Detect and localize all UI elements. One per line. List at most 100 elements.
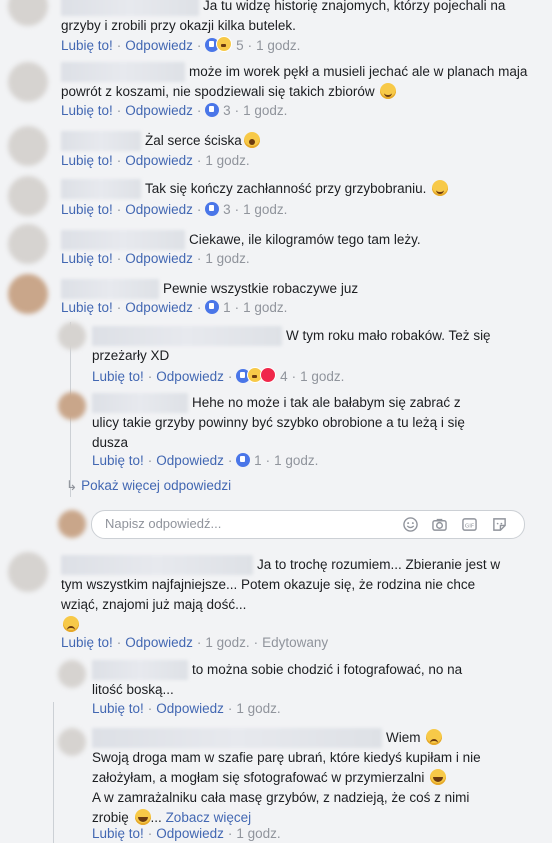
author-name[interactable] bbox=[61, 0, 199, 16]
reply-text-line1: Hehe no może i tak ale bałabym się zabra… bbox=[192, 395, 461, 410]
love-reaction-icon[interactable] bbox=[260, 367, 277, 383]
timestamp[interactable]: 1 godz. bbox=[300, 369, 344, 384]
reply-link[interactable]: Odpowiedz bbox=[125, 38, 193, 53]
timestamp[interactable]: 1 godz. bbox=[243, 103, 287, 118]
reply-link[interactable]: Odpowiedz bbox=[125, 153, 193, 168]
like-link[interactable]: Lubię to! bbox=[61, 202, 113, 217]
author-name[interactable] bbox=[92, 728, 382, 748]
avatar[interactable] bbox=[58, 660, 86, 688]
reply-input[interactable]: Napisz odpowiedź... GIF bbox=[91, 510, 525, 539]
author-name[interactable] bbox=[61, 131, 141, 151]
timestamp[interactable]: 1 godz. bbox=[205, 251, 249, 266]
reply: W tym roku mało robaków. Też się przeżar… bbox=[92, 326, 522, 366]
show-more-replies-link[interactable]: ↳ Pokaż więcej odpowiedzi bbox=[66, 478, 231, 494]
author-name[interactable] bbox=[61, 179, 141, 199]
avatar[interactable] bbox=[8, 274, 48, 314]
author-name[interactable] bbox=[92, 393, 188, 413]
like-link[interactable]: Lubię to! bbox=[61, 153, 113, 168]
emoji-icon[interactable] bbox=[403, 517, 418, 532]
avatar[interactable] bbox=[8, 552, 48, 592]
like-link[interactable]: Lubię to! bbox=[92, 453, 144, 468]
avatar[interactable] bbox=[8, 224, 48, 264]
comment-text: Tak się kończy zachłanność przy grzybobr… bbox=[145, 181, 427, 196]
sad-emoji-icon bbox=[426, 729, 443, 745]
comment-text-line2: tym wszystkim najfajniejsze... Potem oka… bbox=[61, 577, 476, 592]
reply-link[interactable]: Odpowiedz bbox=[125, 300, 193, 315]
like-reaction-icon[interactable] bbox=[236, 453, 251, 467]
author-name[interactable] bbox=[61, 62, 185, 82]
reaction-count[interactable]: 1 bbox=[254, 453, 262, 468]
author-name[interactable] bbox=[61, 555, 253, 575]
comment-actions: Lubię to! · Odpowiedz · 3 · 1 godz. bbox=[61, 202, 288, 217]
author-name[interactable] bbox=[61, 230, 185, 250]
reply-link[interactable]: Odpowiedz bbox=[156, 369, 224, 384]
comment-text: Ciekawe, ile kilogramów tego tam leży. bbox=[189, 232, 421, 247]
sticker-icon[interactable] bbox=[492, 517, 507, 532]
timestamp[interactable]: 1 godz. bbox=[256, 38, 300, 53]
timestamp[interactable]: 1 godz. bbox=[236, 701, 280, 716]
see-more-link[interactable]: Zobacz więcej bbox=[166, 810, 252, 825]
comment: Ja tu widzę historię znajomych, którzy p… bbox=[61, 0, 531, 36]
comment-actions: Lubię to! · Odpowiedz · 5 · 1 godz. bbox=[61, 36, 301, 53]
like-reaction-icon[interactable] bbox=[205, 202, 220, 216]
reply-link[interactable]: Odpowiedz bbox=[125, 103, 193, 118]
reaction-count[interactable]: 3 bbox=[223, 202, 231, 217]
timestamp[interactable]: 1 godz. bbox=[243, 202, 287, 217]
comment: może im worek pękł a musieli jechać ale … bbox=[61, 62, 531, 102]
timestamp[interactable]: 1 godz. bbox=[243, 300, 287, 315]
user-avatar bbox=[58, 510, 86, 538]
reply-actions: Lubię to! · Odpowiedz · 4 · 1 godz. bbox=[92, 367, 345, 384]
avatar[interactable] bbox=[8, 176, 48, 216]
comment: Pewnie wszystkie robaczywe juz bbox=[61, 279, 358, 299]
gif-icon[interactable]: GIF bbox=[462, 517, 477, 532]
like-link[interactable]: Lubię to! bbox=[92, 826, 144, 841]
avatar[interactable] bbox=[58, 728, 86, 756]
like-link[interactable]: Lubię to! bbox=[61, 635, 113, 650]
comment: Ciekawe, ile kilogramów tego tam leży. bbox=[61, 230, 421, 250]
reaction-count[interactable]: 3 bbox=[223, 103, 231, 118]
smile-emoji-icon bbox=[380, 83, 397, 99]
reply-text-line3: założyłam, a mogłam się sfotografować w … bbox=[92, 770, 425, 785]
author-name[interactable] bbox=[61, 279, 159, 299]
camera-icon[interactable] bbox=[432, 517, 447, 532]
reply-link[interactable]: Odpowiedz bbox=[125, 251, 193, 266]
timestamp[interactable]: 1 godz. bbox=[274, 453, 318, 468]
reply-link[interactable]: Odpowiedz bbox=[125, 202, 193, 217]
avatar[interactable] bbox=[8, 126, 48, 166]
timestamp[interactable]: 1 godz. bbox=[236, 826, 280, 841]
like-link[interactable]: Lubię to! bbox=[61, 38, 113, 53]
like-link[interactable]: Lubię to! bbox=[61, 251, 113, 266]
laugh-emoji-icon bbox=[134, 809, 151, 825]
reply-link[interactable]: Odpowiedz bbox=[156, 826, 224, 841]
like-link[interactable]: Lubię to! bbox=[92, 369, 144, 384]
comment: Ja to trochę rozumiem... Zbieranie jest … bbox=[61, 555, 531, 635]
comment-actions: Lubię to! · Odpowiedz · 1 godz. · Edytowany bbox=[61, 635, 329, 650]
avatar[interactable] bbox=[8, 62, 48, 102]
author-name[interactable] bbox=[92, 326, 282, 346]
reply-link[interactable]: Odpowiedz bbox=[156, 701, 224, 716]
like-reaction-icon[interactable] bbox=[205, 300, 220, 314]
reply-link[interactable]: Odpowiedz bbox=[156, 453, 224, 468]
comment-actions: Lubię to! · Odpowiedz · 3 · 1 godz. bbox=[61, 103, 288, 118]
haha-reaction-icon[interactable] bbox=[216, 36, 233, 52]
svg-text:GIF: GIF bbox=[465, 523, 474, 529]
timestamp[interactable]: 1 godz. bbox=[205, 635, 249, 650]
like-link[interactable]: Lubię to! bbox=[61, 300, 113, 315]
timestamp[interactable]: 1 godz. bbox=[205, 153, 249, 168]
reply-link[interactable]: Odpowiedz bbox=[125, 635, 193, 650]
reaction-count[interactable]: 5 bbox=[236, 38, 244, 53]
author-name[interactable] bbox=[92, 660, 188, 680]
reply-text-line2: ulicy takie grzyby powinny być szybko ob… bbox=[92, 415, 465, 430]
avatar[interactable] bbox=[8, 0, 48, 26]
reaction-count[interactable]: 1 bbox=[223, 300, 231, 315]
reply-text-line4: A w zamrażalniku cała masę grzybów, z na… bbox=[92, 790, 470, 805]
like-reaction-icon[interactable] bbox=[205, 103, 220, 117]
reply-actions: Lubię to! · Odpowiedz · 1 godz. bbox=[92, 826, 281, 841]
like-link[interactable]: Lubię to! bbox=[61, 103, 113, 118]
comment-actions: Lubię to! · Odpowiedz · 1 godz. bbox=[61, 251, 250, 266]
reaction-count[interactable]: 4 bbox=[280, 369, 288, 384]
avatar[interactable] bbox=[58, 322, 86, 350]
reply-actions: Lubię to! · Odpowiedz · 1 · 1 godz. bbox=[92, 453, 319, 468]
avatar[interactable] bbox=[58, 392, 86, 420]
like-link[interactable]: Lubię to! bbox=[92, 701, 144, 716]
